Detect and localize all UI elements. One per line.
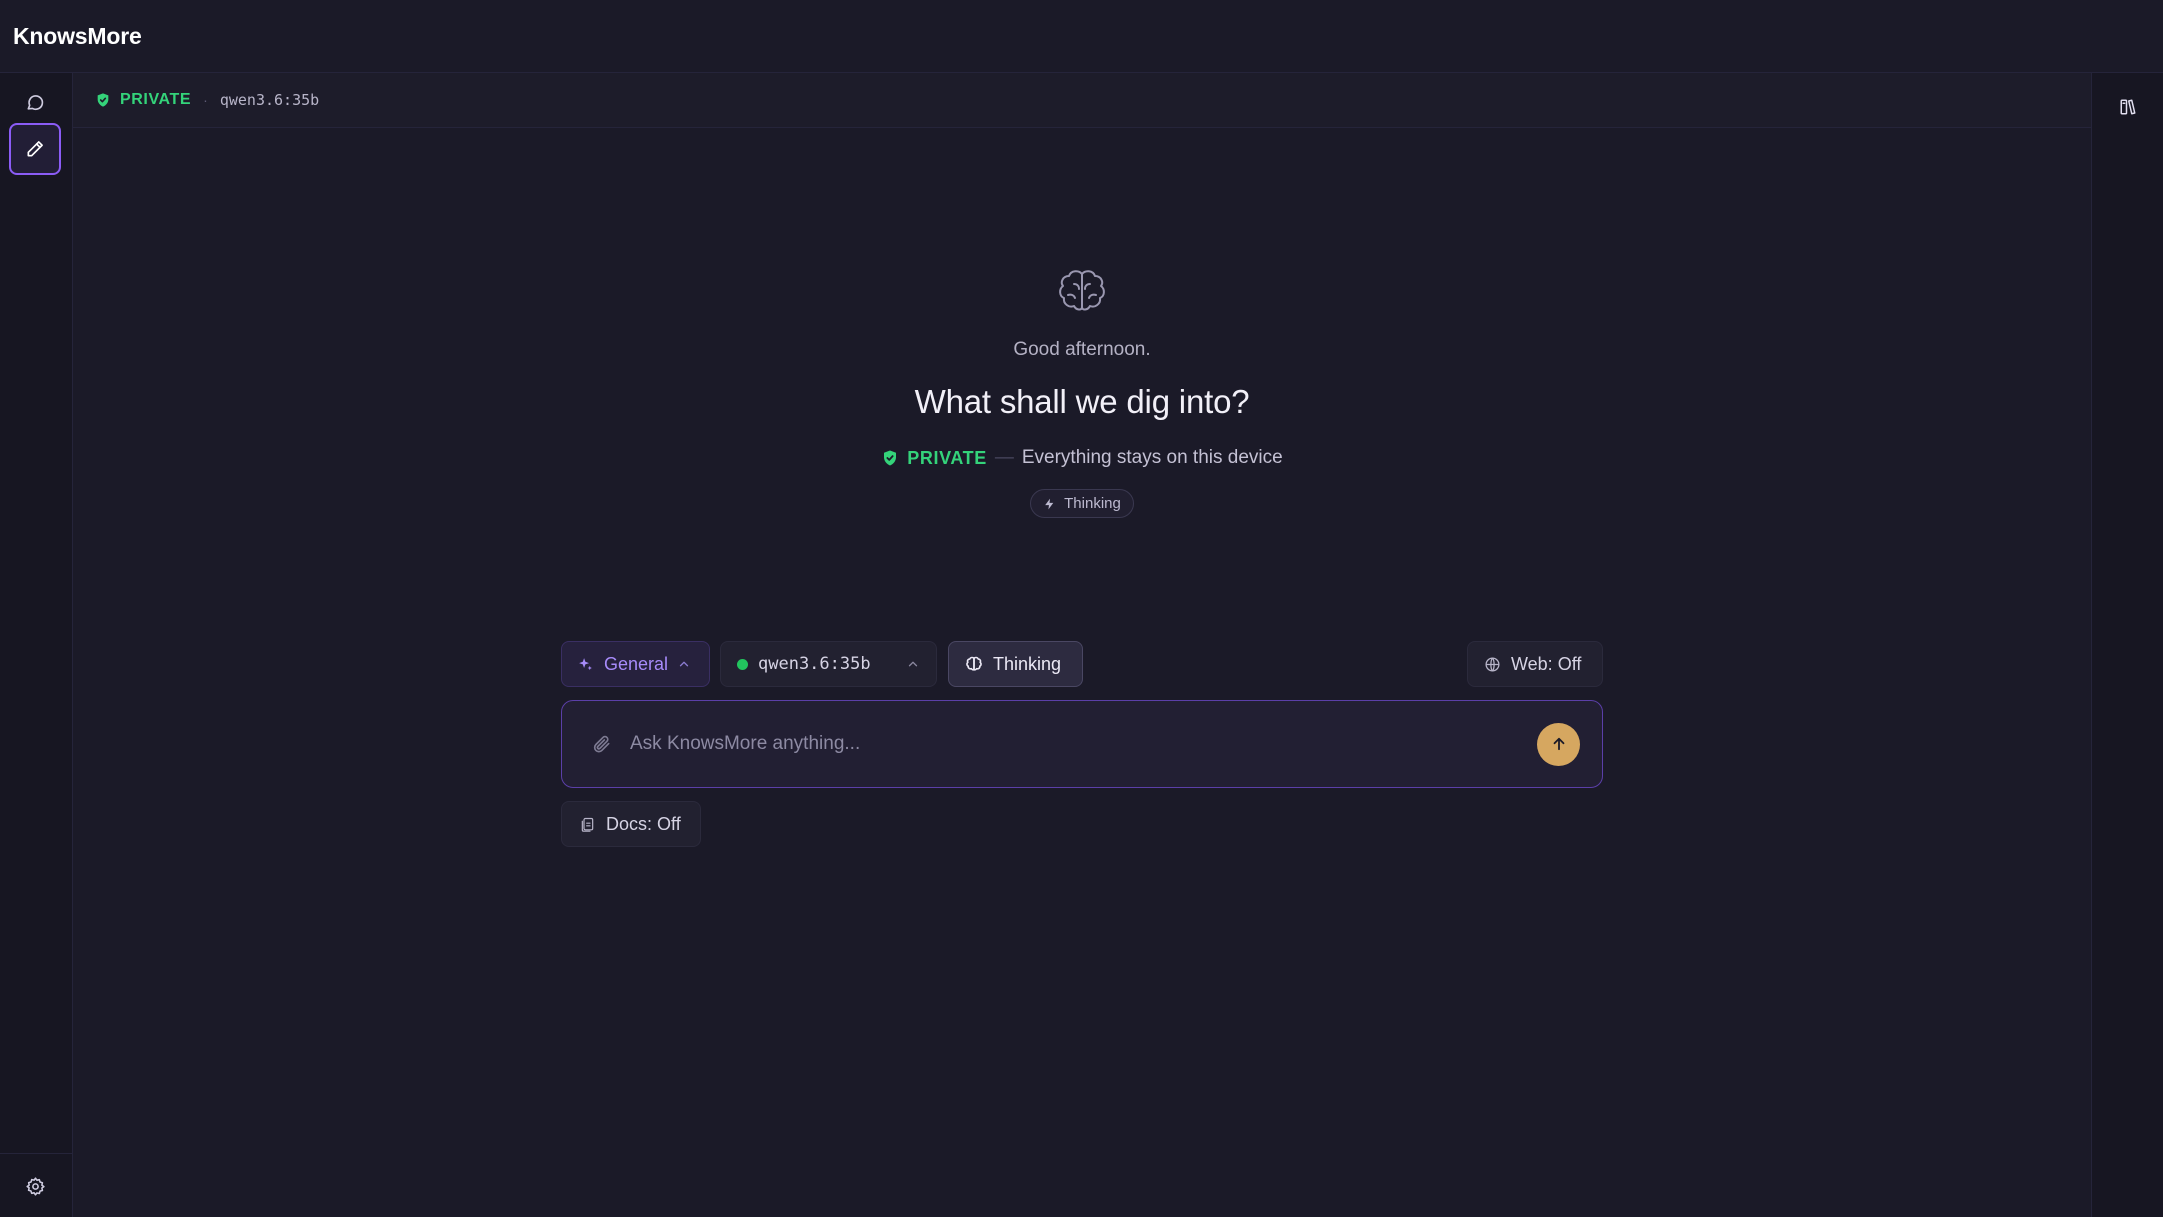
thinking-label: Thinking [993, 653, 1062, 674]
app-title: KnowsMore [13, 22, 142, 49]
docs-label: Docs: Off [606, 813, 681, 834]
page-title: What shall we dig into? [914, 383, 1250, 420]
status-bar: PRIVATE · qwen3.6:35b [73, 73, 2091, 128]
globe-icon [1485, 656, 1500, 672]
active-model: qwen3.6:35b [219, 91, 320, 109]
privacy-description: Everything stays on this device [1021, 447, 1283, 468]
chats-button[interactable] [9, 77, 61, 129]
sidebar-footer [0, 1153, 73, 1217]
model-label: qwen3.6:35b [758, 654, 871, 674]
attach-button[interactable] [592, 734, 612, 754]
thinking-toggle[interactable]: Thinking [948, 641, 1083, 687]
persona-selector[interactable]: General [561, 641, 710, 687]
library-button[interactable] [2108, 87, 2148, 127]
pencil-icon [27, 141, 43, 157]
chevron-up-icon [908, 661, 918, 667]
separator: · [203, 92, 208, 108]
shield-check-icon [884, 450, 897, 466]
web-search-label: Web: Off [1511, 653, 1582, 674]
arrow-up-icon [1553, 737, 1564, 751]
document-icon [581, 817, 594, 832]
docs-toggle[interactable]: Docs: Off [561, 801, 701, 847]
message-composer [561, 700, 1603, 788]
sparkle-icon [579, 657, 592, 670]
greeting: Good afternoon. [1013, 339, 1151, 360]
chat-bubble-icon [27, 95, 44, 111]
lightning-icon [1045, 498, 1054, 509]
gear-icon [25, 1176, 45, 1196]
mode-badge: Thinking [1030, 489, 1134, 518]
right-sidebar [2091, 73, 2163, 1217]
left-sidebar [0, 73, 73, 1217]
privacy-label: PRIVATE [120, 91, 192, 108]
persona-label: General [604, 653, 669, 674]
dash-separator: — [994, 447, 1014, 468]
book-open-icon [2120, 99, 2136, 115]
brain-icon [1054, 268, 1110, 323]
model-status-dot [737, 658, 748, 670]
settings-button[interactable] [9, 1160, 61, 1212]
shield-check-icon [97, 93, 109, 107]
paperclip-icon [593, 735, 610, 753]
privacy-badge: PRIVATE [95, 91, 191, 109]
chevron-up-icon [679, 661, 689, 667]
privacy-notice: PRIVATE — Everything stays on this devic… [881, 447, 1283, 469]
new-chat-button[interactable] [9, 123, 61, 175]
web-search-toggle[interactable]: Web: Off [1467, 641, 1603, 687]
mode-badge-label: Thinking [1064, 495, 1121, 512]
privacy-label: PRIVATE [907, 447, 987, 468]
model-selector[interactable]: qwen3.6:35b [720, 641, 937, 687]
composer-controls: General qwen3.6:35b Thinking Web: Off [561, 641, 1603, 687]
send-button[interactable] [1537, 722, 1580, 766]
brain-icon [966, 656, 982, 671]
welcome-section: Good afternoon. What shall we dig into? … [73, 128, 2091, 518]
message-input[interactable] [630, 724, 1537, 764]
top-bar: KnowsMore [0, 0, 2163, 73]
